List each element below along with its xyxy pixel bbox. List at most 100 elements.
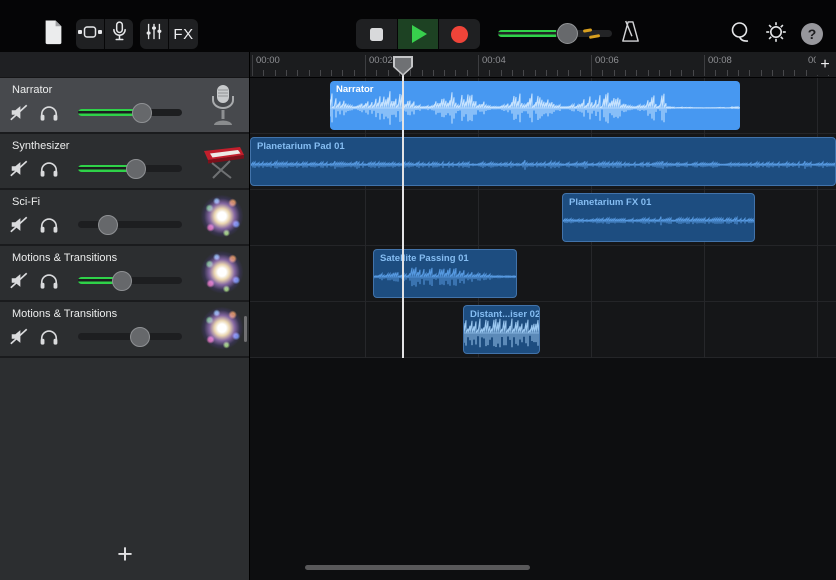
garageband-window: 9:41 AM <box>0 0 836 580</box>
ruler-tick <box>297 70 298 76</box>
ruler-tick <box>388 70 389 76</box>
ruler-tick <box>320 70 321 76</box>
add-track-button[interactable]: + <box>95 534 155 574</box>
sound-burst-icon <box>200 195 244 239</box>
track-volume-slider[interactable] <box>78 277 182 284</box>
audio-region[interactable]: Narrator <box>330 81 740 130</box>
metronome-button[interactable] <box>617 19 643 49</box>
track-header[interactable]: Sci-Fi <box>0 190 249 246</box>
track-header[interactable]: Synthesizer <box>0 134 249 190</box>
track-header[interactable]: Motions & Transitions <box>0 302 249 358</box>
play-button[interactable] <box>398 19 439 49</box>
gear-icon <box>765 21 787 48</box>
audio-region[interactable]: Distant...iser 02 <box>463 305 540 354</box>
ruler-time-label: 00:00 <box>256 55 280 66</box>
record-icon <box>451 26 468 43</box>
master-volume-knob[interactable] <box>557 23 578 44</box>
horizontal-scrollbar[interactable] <box>305 565 530 570</box>
ruler-tick <box>727 70 728 76</box>
loop-browser-button[interactable] <box>727 19 753 49</box>
track-volume-knob[interactable] <box>112 271 132 291</box>
ruler-tick <box>376 70 377 76</box>
ruler-tick <box>275 70 276 76</box>
stop-button[interactable] <box>356 19 397 49</box>
track-volume-slider[interactable] <box>78 109 182 116</box>
track-instrument-icon[interactable] <box>200 251 246 297</box>
ruler-tick <box>772 70 773 76</box>
view-input-group <box>76 19 133 49</box>
input-settings-button[interactable] <box>105 19 133 49</box>
mute-button[interactable] <box>9 159 29 178</box>
track-volume-slider[interactable] <box>78 221 182 228</box>
solo-headphones-button[interactable] <box>39 215 59 234</box>
track-lane[interactable] <box>250 302 836 358</box>
solo-headphones-button[interactable] <box>39 271 59 290</box>
ruler-tick <box>501 70 502 76</box>
songs-button[interactable] <box>38 19 68 49</box>
mute-button[interactable] <box>9 271 29 290</box>
audio-region[interactable]: Planetarium Pad 01 <box>250 137 836 186</box>
track-controls-button[interactable] <box>140 19 168 49</box>
track-instrument-icon[interactable] <box>200 83 246 129</box>
solo-headphones-button[interactable] <box>39 103 59 122</box>
region-label: Planetarium FX 01 <box>569 197 651 208</box>
ruler-tick <box>794 70 795 76</box>
mute-button[interactable] <box>9 327 29 346</box>
track-lane[interactable] <box>250 246 836 302</box>
audio-region[interactable]: Satellite Passing 01 <box>373 249 517 298</box>
track-instrument-icon[interactable] <box>200 307 246 353</box>
ruler-tick <box>670 70 671 76</box>
mute-button[interactable] <box>9 215 29 234</box>
vertical-scrollbar[interactable] <box>244 316 247 342</box>
add-section-button[interactable]: + <box>816 54 834 75</box>
solo-headphones-button[interactable] <box>39 159 59 178</box>
help-button[interactable]: ? <box>800 19 824 49</box>
mute-button[interactable] <box>9 103 29 122</box>
track-volume-knob[interactable] <box>132 103 152 123</box>
track-volume-slider[interactable] <box>78 165 182 172</box>
region-label: Satellite Passing 01 <box>380 253 469 264</box>
ruler-tick <box>444 70 445 76</box>
track-instrument-icon[interactable] <box>200 195 246 241</box>
ruler-major-tick <box>365 55 366 76</box>
ruler-tick <box>410 70 411 76</box>
track-volume-knob[interactable] <box>98 215 118 235</box>
ruler-tick <box>749 70 750 76</box>
audio-connector-icon <box>77 24 103 45</box>
ruler-tick <box>489 70 490 76</box>
ruler-tick <box>659 70 660 76</box>
synthesizer-keyboard-icon <box>200 168 246 185</box>
stop-icon <box>370 28 383 41</box>
ruler-time-label: 00:04 <box>482 55 506 66</box>
ruler-tick <box>783 70 784 76</box>
ruler-tick <box>433 70 434 76</box>
ruler-tick <box>512 70 513 76</box>
track-header[interactable]: Narrator <box>0 78 249 134</box>
settings-button[interactable] <box>763 19 789 49</box>
track-name: Synthesizer <box>12 140 69 152</box>
ruler-tick <box>342 70 343 76</box>
ruler-tick <box>625 70 626 76</box>
tracks-view-button[interactable] <box>76 19 104 49</box>
track-volume-knob[interactable] <box>126 159 146 179</box>
ruler-tick <box>331 70 332 76</box>
ruler-tick <box>286 70 287 76</box>
fx-button[interactable]: FX <box>169 19 198 49</box>
track-name: Narrator <box>12 84 52 96</box>
play-icon <box>412 25 427 43</box>
microphone-icon <box>112 21 127 47</box>
time-ruler[interactable]: 00:0000:0200:0400:0600:0800:10 <box>250 52 836 78</box>
audio-region[interactable]: Planetarium FX 01 <box>562 193 755 242</box>
track-volume-slider[interactable] <box>78 333 182 340</box>
ruler-tick <box>636 70 637 76</box>
record-button[interactable] <box>439 19 480 49</box>
ruler-tick <box>535 70 536 76</box>
ruler-tick <box>580 70 581 76</box>
track-lanes: Narrator Planetarium Pad 01 Planetarium FX… <box>250 78 836 358</box>
ruler-major-tick <box>252 55 253 76</box>
ruler-major-tick <box>478 55 479 76</box>
track-header[interactable]: Motions & Transitions <box>0 246 249 302</box>
track-volume-knob[interactable] <box>130 327 150 347</box>
track-instrument-icon[interactable] <box>200 139 246 185</box>
solo-headphones-button[interactable] <box>39 327 59 346</box>
